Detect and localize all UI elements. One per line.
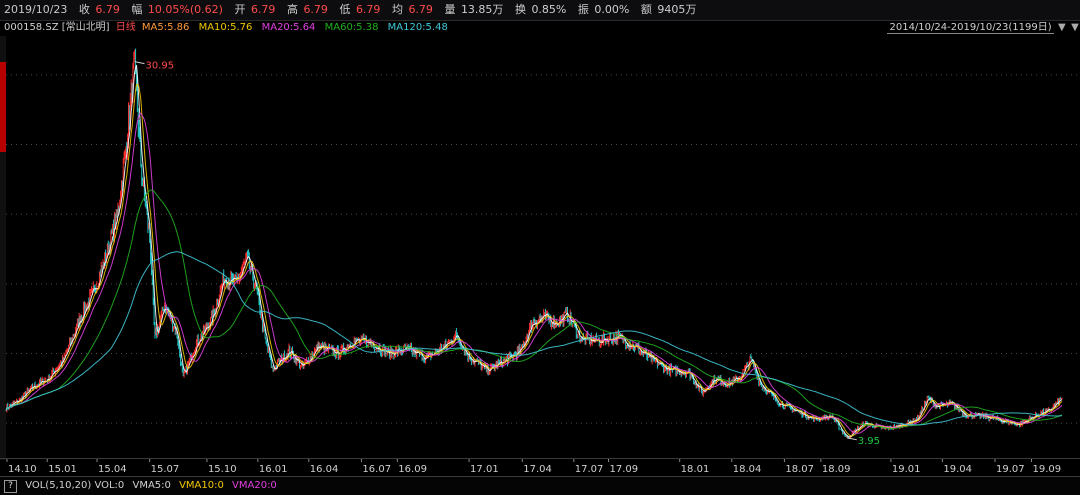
amount-label: 额: [640, 3, 652, 16]
amount-value: 9405万: [657, 3, 697, 16]
range-dropdown-icon[interactable]: ▼: [1057, 21, 1067, 35]
ma20-line: [5, 112, 1063, 434]
x-tick-label: 18.07: [785, 464, 814, 475]
vma10-label: VMA10:0: [179, 480, 224, 491]
date-range-selector[interactable]: 2014/10/24-2019/10/23(1199日) ▼ ▼: [887, 21, 1080, 35]
ma5-label: MA5:5.86: [141, 22, 190, 33]
volume-label: 量: [444, 3, 456, 16]
ma5-line: [5, 65, 1063, 438]
x-tick-label: 15.01: [48, 464, 77, 475]
x-tick-label: 18.09: [822, 464, 851, 475]
x-tick-label: 17.07: [575, 464, 604, 475]
x-tick-label: 16.07: [362, 464, 391, 475]
date-range-text[interactable]: 2014/10/24-2019/10/23(1199日): [887, 22, 1054, 34]
vma20-label: VMA20:0: [232, 480, 277, 491]
candlesticks: [6, 48, 1063, 439]
x-tick-label: 19.01: [892, 464, 921, 475]
x-tick-label: 17.09: [610, 464, 639, 475]
volume-legend: ? VOL(5,10,20) VOL:0 VMA5:0 VMA10:0 VMA2…: [0, 476, 1080, 495]
ma60-label: MA60:5.38: [324, 22, 379, 33]
max-price-label: 30.95: [145, 61, 174, 72]
ma10-line: [5, 83, 1063, 437]
x-tick-label: 14.10: [8, 464, 37, 475]
high-label: 高: [286, 3, 298, 16]
range-options-icon[interactable]: ▼: [1070, 21, 1080, 35]
change-value: 10.05%(0.62): [147, 3, 223, 16]
x-tick-label: 16.04: [310, 464, 339, 475]
x-tick-label: 15.07: [151, 464, 180, 475]
ma20-label: MA20:5.64: [261, 22, 316, 33]
quote-header: 2019/10/23 收 6.79 幅 10.05%(0.62) 开 6.79 …: [0, 0, 1080, 21]
ma10-label: MA10:5.76: [198, 22, 253, 33]
x-tick-label: 19.07: [996, 464, 1025, 475]
x-tick-label: 16.09: [398, 464, 427, 475]
x-tick-label: 18.04: [733, 464, 762, 475]
high-value: 6.79: [303, 3, 328, 16]
avg-label: 均: [391, 3, 403, 16]
x-tick-label: 17.04: [523, 464, 552, 475]
x-tick-label: 18.01: [681, 464, 710, 475]
close-label: 收: [78, 3, 90, 16]
help-icon[interactable]: ?: [4, 480, 17, 493]
stock-code[interactable]: 000158.SZ [常山北明]: [4, 22, 110, 33]
volume-value: 13.85万: [460, 3, 504, 16]
open-value: 6.79: [250, 3, 276, 16]
low-value: 6.79: [355, 3, 381, 16]
close-value: 6.79: [95, 3, 120, 16]
turnover-value: 0.85%: [531, 3, 567, 16]
change-label: 幅: [131, 3, 143, 16]
vma5-label: VMA5:0: [132, 480, 171, 491]
x-tick-label: 15.04: [98, 464, 127, 475]
turnover-label: 换: [514, 3, 526, 16]
vol-label: VOL(5,10,20) VOL:0: [25, 480, 125, 491]
low-label: 低: [339, 3, 351, 16]
x-tick-label: 15.10: [208, 464, 237, 475]
x-tick-label: 19.04: [943, 464, 972, 475]
amplitude-value: 0.00%: [594, 3, 630, 16]
min-price-label: 3.95: [858, 436, 880, 447]
ma120-label: MA120:5.48: [387, 22, 448, 33]
amplitude-label: 振: [577, 3, 589, 16]
x-axis: 14.10 15.01 15.04 15.07 15.10 16.01 16.04 16.07…: [0, 458, 1080, 475]
open-label: 开: [234, 3, 246, 16]
period-label[interactable]: 日线: [116, 22, 136, 33]
quote-date: 2019/10/23: [4, 3, 68, 16]
x-tick-label: 16.01: [259, 464, 288, 475]
x-tick-label: 19.09: [1032, 464, 1061, 475]
x-tick-label: 17.01: [470, 464, 499, 475]
avg-value: 6.79: [408, 3, 433, 16]
price-chart[interactable]: 30.95 3.95: [0, 36, 1080, 476]
